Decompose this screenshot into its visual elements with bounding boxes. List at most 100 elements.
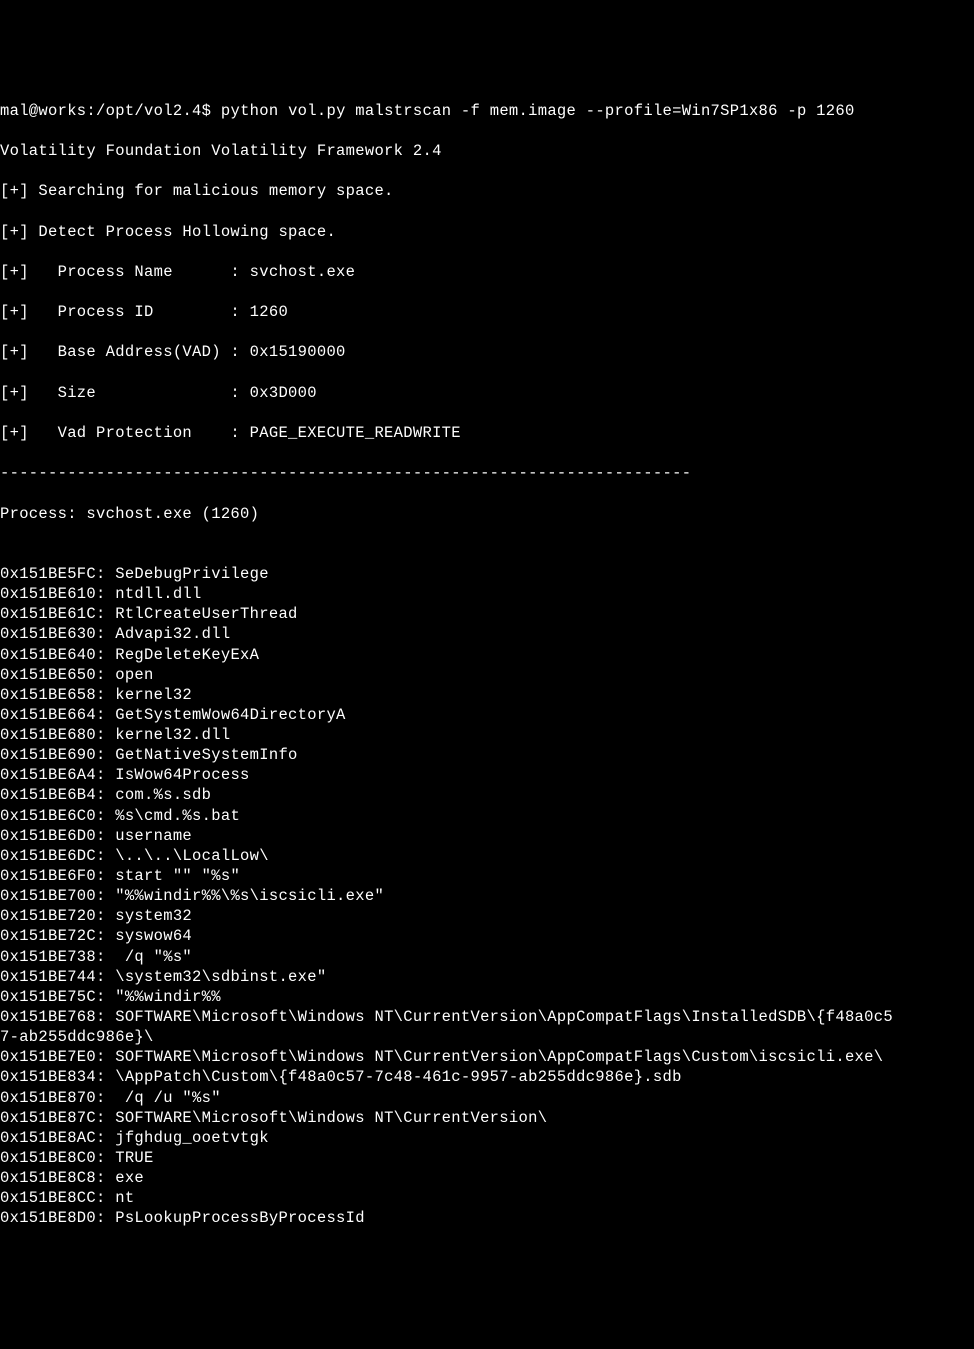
string-entry: 0x151BE690: GetNativeSystemInfo [0, 745, 974, 765]
string-entry: 0x151BE5FC: SeDebugPrivilege [0, 564, 974, 584]
string-value: \system32\sdbinst.exe" [106, 968, 327, 986]
prompt-path: /opt/vol2.4 [96, 102, 202, 120]
string-address: 0x151BE768: [0, 1008, 106, 1026]
string-address: 0x151BE6A4: [0, 766, 106, 784]
process-header-line: Process: svchost.exe (1260) [0, 504, 974, 524]
string-value: start "" "%s" [106, 867, 240, 885]
string-value: TRUE [106, 1149, 154, 1167]
string-value: exe [106, 1169, 144, 1187]
string-entry: 0x151BE61C: RtlCreateUserThread [0, 604, 974, 624]
string-address: 0x151BE61C: [0, 605, 106, 623]
string-value: GetNativeSystemInfo [106, 746, 298, 764]
string-value: RegDeleteKeyExA [106, 646, 260, 664]
string-entry: 0x151BE630: Advapi32.dll [0, 624, 974, 644]
prompt-user-host: mal@works [0, 102, 86, 120]
string-value: /q /u "%s" [106, 1089, 221, 1107]
string-value: kernel32 [106, 686, 192, 704]
string-entry: 0x151BE6C0: %s\cmd.%s.bat [0, 806, 974, 826]
string-entry: 0x151BE744: \system32\sdbinst.exe" [0, 967, 974, 987]
string-address: 0x151BE8C0: [0, 1149, 106, 1167]
string-value: Advapi32.dll [106, 625, 231, 643]
process-name-line: [+] Process Name : svchost.exe [0, 262, 974, 282]
string-address: 0x151BE650: [0, 666, 106, 684]
string-value: SOFTWARE\Microsoft\Windows NT\CurrentVer… [106, 1008, 893, 1026]
detect-message: [+] Detect Process Hollowing space. [0, 222, 974, 242]
string-entry: 0x151BE834: \AppPatch\Custom\{f48a0c57-7… [0, 1067, 974, 1087]
string-entry: 0x151BE650: open [0, 665, 974, 685]
string-entry: 0x151BE8D0: PsLookupProcessByProcessId [0, 1208, 974, 1228]
command-text: python vol.py malstrscan -f mem.image --… [221, 102, 855, 120]
string-address: 0x151BE75C: [0, 988, 106, 1006]
string-entry: 0x151BE680: kernel32.dll [0, 725, 974, 745]
string-address: 0x151BE870: [0, 1089, 106, 1107]
string-value: GetSystemWow64DirectoryA [106, 706, 346, 724]
banner-line: Volatility Foundation Volatility Framewo… [0, 141, 974, 161]
string-address: 0x151BE72C: [0, 927, 106, 945]
string-address: 0x151BE680: [0, 726, 106, 744]
string-value: /q "%s" [106, 948, 192, 966]
string-value: \..\..\LocalLow\ [106, 847, 269, 865]
string-entry: 0x151BE87C: SOFTWARE\Microsoft\Windows N… [0, 1108, 974, 1128]
string-address: 0x151BE700: [0, 887, 106, 905]
size-value: 0x3D000 [250, 384, 317, 402]
string-address: 0x151BE6C0: [0, 807, 106, 825]
vad-protection-value: PAGE_EXECUTE_READWRITE [250, 424, 461, 442]
string-address: 0x151BE87C: [0, 1109, 106, 1127]
string-address: 0x151BE7E0: [0, 1048, 106, 1066]
string-address: 0x151BE744: [0, 968, 106, 986]
string-address: 0x151BE640: [0, 646, 106, 664]
string-entry: 0x151BE8C8: exe [0, 1168, 974, 1188]
vad-protection-line: [+] Vad Protection : PAGE_EXECUTE_READWR… [0, 423, 974, 443]
string-entry: 0x151BE768: SOFTWARE\Microsoft\Windows N… [0, 1007, 974, 1027]
string-address: 0x151BE658: [0, 686, 106, 704]
string-value: PsLookupProcessByProcessId [106, 1209, 365, 1227]
command-prompt-line[interactable]: mal@works:/opt/vol2.4$ python vol.py mal… [0, 101, 974, 121]
string-entry: 0x151BE8CC: nt [0, 1188, 974, 1208]
search-message: [+] Searching for malicious memory space… [0, 181, 974, 201]
string-value: RtlCreateUserThread [106, 605, 298, 623]
string-address: 0x151BE6D0: [0, 827, 106, 845]
string-value: "%%windir%% [106, 988, 221, 1006]
string-address: 0x151BE690: [0, 746, 106, 764]
string-value: SeDebugPrivilege [106, 565, 269, 583]
string-entry: 0x151BE640: RegDeleteKeyExA [0, 645, 974, 665]
base-address-line: [+] Base Address(VAD) : 0x15190000 [0, 342, 974, 362]
string-address: 0x151BE8CC: [0, 1189, 106, 1207]
string-value: "%%windir%%\%s\iscsicli.exe" [106, 887, 384, 905]
size-line: [+] Size : 0x3D000 [0, 383, 974, 403]
string-address: 0x151BE834: [0, 1068, 106, 1086]
string-value: syswow64 [106, 927, 192, 945]
string-entry: 7-ab255ddc986e}\ [0, 1027, 974, 1047]
string-value: ntdll.dll [106, 585, 202, 603]
string-entry: 0x151BE8C0: TRUE [0, 1148, 974, 1168]
string-entry: 0x151BE7E0: SOFTWARE\Microsoft\Windows N… [0, 1047, 974, 1067]
string-value: %s\cmd.%s.bat [106, 807, 240, 825]
string-address: 0x151BE8C8: [0, 1169, 106, 1187]
string-entry: 0x151BE6D0: username [0, 826, 974, 846]
process-id-value: 1260 [250, 303, 288, 321]
string-value: \AppPatch\Custom\{f48a0c57-7c48-461c-995… [106, 1068, 682, 1086]
string-address: 0x151BE6DC: [0, 847, 106, 865]
string-entry: 0x151BE658: kernel32 [0, 685, 974, 705]
string-value: SOFTWARE\Microsoft\Windows NT\CurrentVer… [106, 1109, 548, 1127]
string-address: 0x151BE738: [0, 948, 106, 966]
string-entry: 0x151BE75C: "%%windir%% [0, 987, 974, 1007]
terminal-output: mal@works:/opt/vol2.4$ python vol.py mal… [0, 81, 974, 1249]
process-id-line: [+] Process ID : 1260 [0, 302, 974, 322]
string-entry: 0x151BE8AC: jfghdug_ooetvtgk [0, 1128, 974, 1148]
string-address: 0x151BE8D0: [0, 1209, 106, 1227]
string-value: nt [106, 1189, 135, 1207]
base-address-value: 0x15190000 [250, 343, 346, 361]
string-value: kernel32.dll [106, 726, 231, 744]
string-entry: 0x151BE6B4: com.%s.sdb [0, 785, 974, 805]
string-value: 7-ab255ddc986e}\ [0, 1028, 154, 1046]
string-value: username [106, 827, 192, 845]
string-address: 0x151BE6F0: [0, 867, 106, 885]
string-entry: 0x151BE6DC: \..\..\LocalLow\ [0, 846, 974, 866]
string-address: 0x151BE630: [0, 625, 106, 643]
string-entry: 0x151BE664: GetSystemWow64DirectoryA [0, 705, 974, 725]
string-address: 0x151BE664: [0, 706, 106, 724]
strings-list: 0x151BE5FC: SeDebugPrivilege0x151BE610: … [0, 564, 974, 1229]
string-value: open [106, 666, 154, 684]
string-address: 0x151BE6B4: [0, 786, 106, 804]
